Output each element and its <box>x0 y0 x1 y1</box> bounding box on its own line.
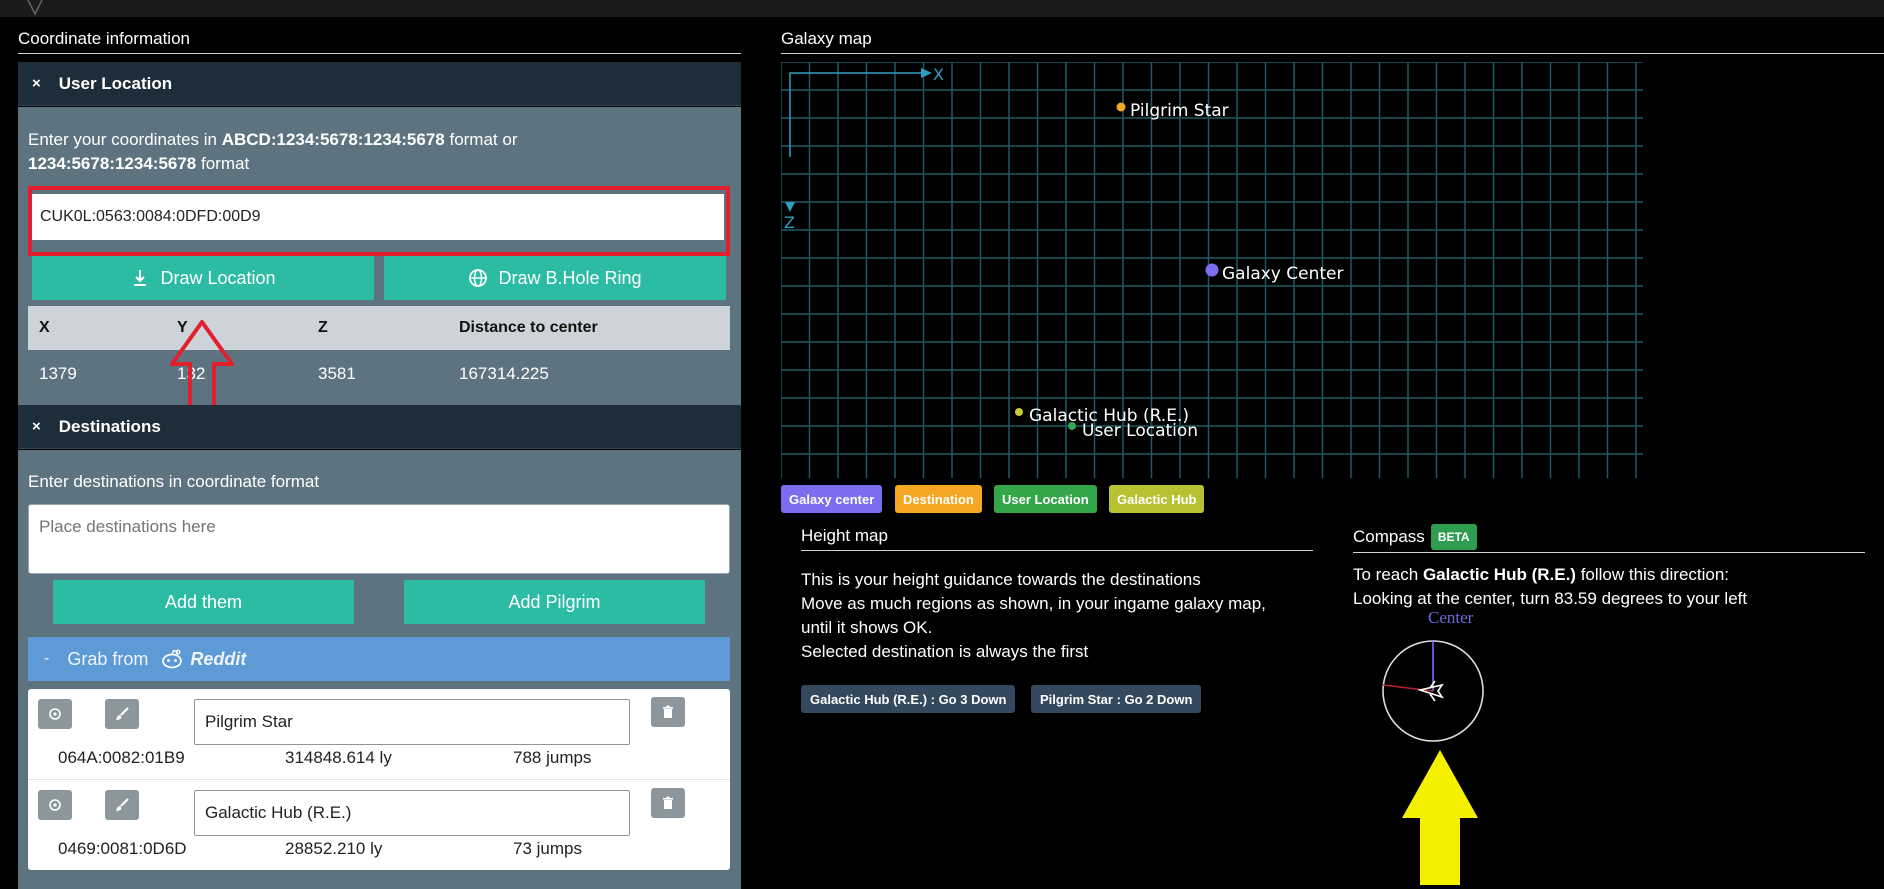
legend-galaxy-center: Galaxy center <box>781 485 883 513</box>
axis-x-label: X <box>933 65 944 84</box>
coordinate-table-row: 1379 132 3581 167314.225 <box>39 364 549 383</box>
legend-destination: Destination <box>895 485 982 513</box>
user-location-title: User Location <box>58 73 173 93</box>
yellow-annotation-arrow <box>1402 750 1478 885</box>
compass-divider <box>1353 552 1865 553</box>
draw-blackhole-ring-button[interactable]: Draw B.Hole Ring <box>384 256 726 300</box>
close-icon[interactable]: × <box>32 418 41 435</box>
coordinate-input[interactable] <box>32 194 724 240</box>
axis-z-label: Z <box>784 213 795 232</box>
pilgrim-star-marker[interactable] <box>1116 102 1126 112</box>
target-icon <box>49 799 61 811</box>
select-destination-button[interactable] <box>38 699 72 729</box>
destinations-header[interactable]: × Destinations <box>18 405 741 449</box>
height-map-title: Height map <box>801 526 1313 551</box>
user-location-header[interactable]: × User Location <box>18 62 741 106</box>
height-map-description: This is your height guidance towards the… <box>801 570 1266 661</box>
galaxy-center-label: Galaxy Center <box>1222 264 1343 284</box>
pilgrim-star-label: Pilgrim Star <box>1130 101 1229 121</box>
destinations-instructions: Enter destinations in coordinate format <box>28 472 320 491</box>
destination-jumps: 788 jumps <box>513 748 592 767</box>
map-point-pilgrim-star[interactable]: Pilgrim Star <box>1116 101 1229 121</box>
coordinate-table-header: X Y Z Distance to center <box>28 306 730 350</box>
compass-dial <box>1382 640 1484 742</box>
destination-distance: 28852.210 ly <box>285 839 383 858</box>
edit-destination-button[interactable] <box>105 699 139 729</box>
delete-destination-button[interactable] <box>651 788 685 818</box>
reddit-wordmark: Reddit <box>190 648 247 669</box>
edit-destination-button[interactable] <box>105 790 139 820</box>
destination-item: 0469:0081:0D6D 28852.210 ly 73 jumps <box>28 779 730 869</box>
reddit-logo-icon <box>162 649 183 669</box>
galaxy-map-title: Galaxy map <box>781 29 1884 54</box>
brush-icon <box>116 798 129 811</box>
caret-down-icon <box>27 0 43 16</box>
download-icon <box>134 270 147 286</box>
map-point-user-location[interactable]: User Location <box>1068 421 1198 441</box>
trash-icon <box>663 705 673 718</box>
destination-item: 064A:0082:01B9 314848.614 ly 788 jumps <box>28 689 730 779</box>
galaxy-center-marker[interactable] <box>1205 263 1219 277</box>
galactic-hub-marker[interactable] <box>1015 408 1023 416</box>
grab-from-reddit-bar[interactable]: - Grab from Reddit <box>28 637 730 681</box>
collapse-icon[interactable]: - <box>44 650 49 668</box>
target-icon <box>49 708 61 720</box>
coordinate-information-title: Coordinate information <box>18 29 741 54</box>
galaxy-map-canvas[interactable]: X Z Pilgrim Star Galaxy Center Galactic … <box>781 62 1643 478</box>
red-annotation-arrow <box>170 320 234 414</box>
add-pilgrim-button[interactable]: Add Pilgrim <box>404 580 705 624</box>
user-location-marker[interactable] <box>1068 422 1076 430</box>
destination-name-input[interactable] <box>194 699 630 745</box>
beta-badge: BETA <box>1430 524 1477 550</box>
destinations-title: Destinations <box>58 416 161 436</box>
globe-icon <box>469 269 488 287</box>
close-icon[interactable]: × <box>32 75 41 92</box>
height-badge-pilgrim-star: Pilgrim Star : Go 2 Down <box>1031 685 1202 713</box>
delete-destination-button[interactable] <box>651 697 685 727</box>
destination-name-input[interactable] <box>194 790 630 836</box>
coordinate-instructions: Enter your coordinates in ABCD:1234:5678… <box>28 130 518 173</box>
add-them-button[interactable]: Add them <box>53 580 354 624</box>
compass-center-label: Center <box>1428 608 1474 627</box>
destinations-textarea[interactable] <box>28 504 730 574</box>
trash-icon <box>663 796 673 809</box>
destination-coordinates: 0469:0081:0D6D <box>58 839 187 858</box>
draw-location-button[interactable]: Draw Location <box>32 256 374 300</box>
user-location-map-label: User Location <box>1082 421 1198 441</box>
legend-user-location: User Location <box>994 485 1097 513</box>
destination-distance: 314848.614 ly <box>285 748 392 767</box>
destination-jumps: 73 jumps <box>513 839 582 858</box>
top-bar <box>0 0 1884 17</box>
legend-galactic-hub: Galactic Hub <box>1109 485 1205 513</box>
height-badge-galactic-hub: Galactic Hub (R.E.) : Go 3 Down <box>801 685 1016 713</box>
select-destination-button[interactable] <box>38 790 72 820</box>
destination-list: 064A:0082:01B9 314848.614 ly 788 jumps 0… <box>28 689 730 870</box>
destination-coordinates: 064A:0082:01B9 <box>58 748 185 767</box>
compass-title: Compass BETA <box>1353 524 1477 550</box>
map-point-galaxy-center[interactable]: Galaxy Center <box>1205 263 1344 285</box>
compass-instructions: To reach Galactic Hub (R.E.) follow this… <box>1353 565 1748 608</box>
grab-from-label: Grab from <box>67 648 149 669</box>
brush-icon <box>116 707 129 720</box>
